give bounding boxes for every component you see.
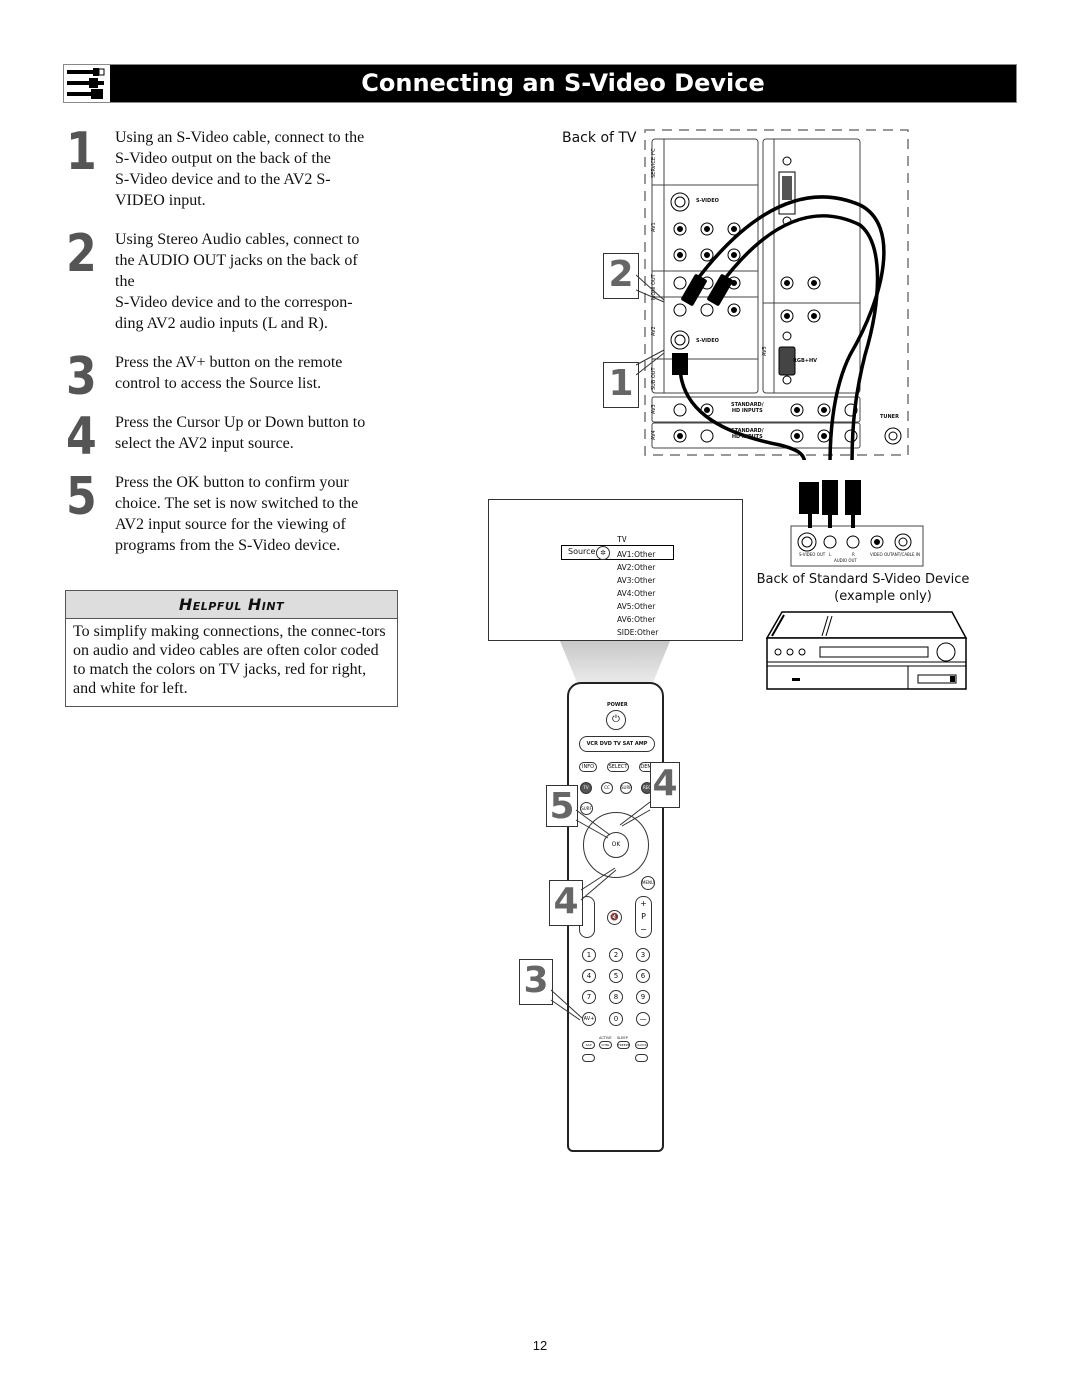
sound-button[interactable]: [582, 1054, 595, 1062]
av1-label: AV1: [651, 222, 657, 232]
step-number: 5: [66, 467, 97, 527]
osd-item[interactable]: AV2:Other: [617, 561, 655, 574]
page-number: 12: [532, 1338, 548, 1353]
step-number: 4: [66, 407, 97, 467]
svideo-label-av2: S-VIDEO: [696, 338, 719, 344]
port-label-l: L: [829, 552, 832, 557]
select-button[interactable]: SELECT: [607, 762, 629, 772]
power-button[interactable]: ⏻: [606, 710, 626, 730]
step-text: Press the OK button to confirm your choi…: [115, 474, 359, 554]
av3-label: AV3: [651, 404, 657, 414]
page-title: Connecting an S-Video Device: [361, 69, 765, 97]
service-label: SERVICE I²C: [651, 148, 657, 178]
remote-signal-beam: [560, 641, 670, 685]
mode-amp[interactable]: AMP: [635, 741, 648, 747]
port-label-r: R: [852, 552, 855, 557]
hint-title: Helpful Hint: [66, 591, 397, 619]
device-cable-plugs: [799, 480, 861, 528]
step-3: 3 Press the AV+ button on the remote con…: [66, 351, 406, 403]
device-label: Back of Standard S-Video Device (example…: [752, 571, 974, 605]
osd-item[interactable]: AV6:Other: [617, 613, 655, 626]
power-label: POWER: [607, 702, 628, 708]
info-button[interactable]: INFO: [579, 762, 597, 772]
osd-item[interactable]: SIDE:Other: [617, 626, 658, 639]
osd-item[interactable]: AV1:Other: [617, 548, 655, 561]
clock-button[interactable]: CLOCK: [635, 1041, 648, 1049]
mode-dvd[interactable]: DVD: [600, 741, 612, 747]
hint-body: To simplify making connections, the conn…: [73, 623, 386, 697]
device-label-line2: (example only): [834, 589, 932, 604]
callout-leaders-tv: [636, 274, 665, 376]
chnl-button[interactable]: CHNL: [599, 1041, 612, 1049]
av5-label: AV5: [762, 346, 768, 356]
step-1: 1 Using an S-Video cable, connect to the…: [66, 122, 406, 217]
format-button[interactable]: [635, 1054, 648, 1062]
osd-header: TV: [617, 535, 627, 544]
sleep-label: SLEEP: [617, 1036, 628, 1040]
callout-2: 2: [603, 253, 639, 299]
callout-leaders-remote: [550, 801, 651, 1021]
mode-tv[interactable]: TV: [614, 741, 621, 747]
rgb-hv-label: RGB+HV: [793, 358, 818, 364]
port-label-video-out: VIDEO OUT: [870, 552, 893, 557]
step-number: 2: [66, 224, 97, 284]
port-label-svideo-out: S-VIDEO OUT: [799, 552, 826, 557]
device-label-line1: Back of Standard S-Video Device: [756, 572, 970, 587]
helpful-hint-box: Helpful Hint To simplify making connecti…: [65, 590, 398, 707]
mode-vcr[interactable]: VCR: [587, 741, 598, 747]
step-text: Press the Cursor Up or Down button to se…: [115, 414, 366, 452]
port-label-ant-cable-in: ANT/CABLE IN: [892, 552, 920, 557]
osd-source-label: Source: [568, 547, 596, 556]
svideo-device-illustration: [765, 611, 968, 690]
mode-selector[interactable]: VCR DVD TV SAT AMP: [579, 736, 655, 752]
step-text: Press the AV+ button on the remote contr…: [115, 354, 343, 392]
mode-sat[interactable]: SAT: [623, 741, 634, 747]
cursor-pad-icon: ✲: [596, 546, 610, 560]
callout-1: 1: [603, 362, 639, 408]
step-number: 1: [66, 122, 97, 182]
freeze-button[interactable]: FREEZE: [617, 1041, 630, 1049]
standard-hd-inputs-av4: STANDARD/ HD INPUTS: [731, 428, 764, 440]
step-2: 2 Using Stereo Audio cables, connect to …: [66, 224, 406, 339]
osd-item[interactable]: AV5:Other: [617, 600, 655, 613]
osd-item[interactable]: AV3:Other: [617, 574, 655, 587]
av4-label: AV4: [651, 430, 657, 440]
back-of-tv-label: Back of TV: [562, 130, 637, 146]
svideo-label-av1: S-VIDEO: [696, 198, 719, 204]
standard-hd-inputs-av3: STANDARD/ HD INPUTS: [731, 402, 764, 414]
osd-item[interactable]: AV4:Other: [617, 587, 655, 600]
active-label: ACTIVE: [599, 1036, 612, 1040]
step-text: Using an S-Video cable, connect to the S…: [115, 129, 365, 209]
step-4: 4 Press the Cursor Up or Down button to …: [66, 411, 406, 463]
step-5: 5 Press the OK button to confirm your ch…: [66, 467, 406, 562]
tv-back-panel-diagram: [644, 129, 909, 460]
step-text: Using Stereo Audio cables, connect to th…: [115, 231, 360, 332]
sap-button[interactable]: SAP: [582, 1041, 595, 1049]
on-screen-source-menu: TV Source ✲ AV1:Other AV2:Other AV3:Othe…: [488, 499, 743, 641]
page-header: Connecting an S-Video Device: [63, 64, 1017, 103]
step-number: 3: [66, 347, 97, 407]
port-label-audio-out: AUDIO OUT: [834, 558, 857, 563]
cable-connectors-icon: [64, 65, 110, 102]
tuner-label: TUNER: [880, 414, 899, 420]
